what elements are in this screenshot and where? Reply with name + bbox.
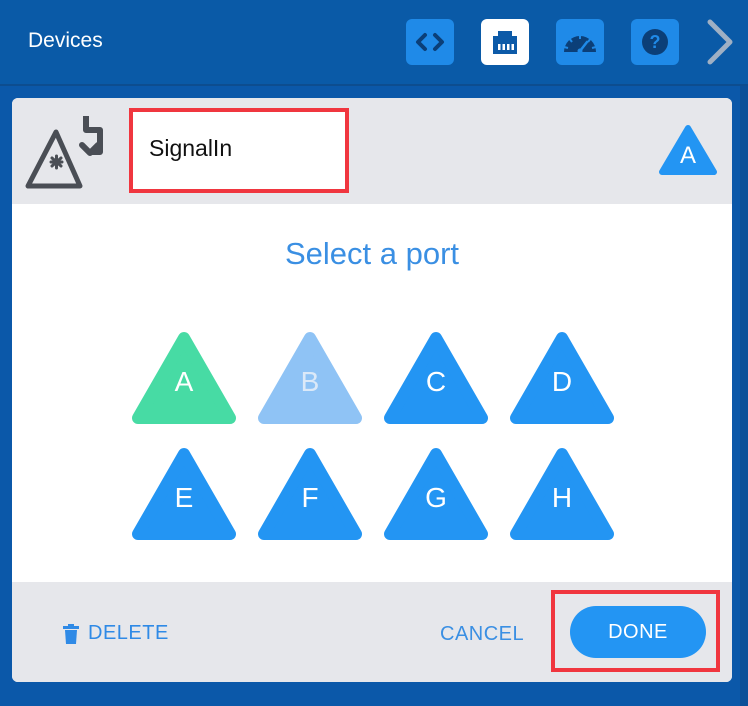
delete-label: DELETE [88, 622, 169, 644]
port-label: E [174, 482, 194, 513]
assigned-port-badge: A [657, 122, 719, 178]
top-bar: Devices ? [0, 0, 748, 86]
port-button-h[interactable]: H [508, 446, 616, 544]
dashboard-gauge-icon [563, 34, 597, 54]
help-button[interactable]: ? [631, 19, 679, 65]
code-icon [416, 33, 444, 51]
ethernet-port-icon [493, 31, 517, 54]
signal-input-icon [25, 116, 103, 189]
port-label: C [425, 366, 447, 397]
ports-button[interactable] [481, 19, 529, 65]
help-icon: ? [642, 29, 668, 55]
device-header: A [12, 98, 732, 204]
done-highlight: DONE [551, 590, 720, 672]
port-label: A [174, 366, 194, 397]
device-name-field[interactable] [149, 135, 329, 162]
port-label: D [551, 366, 573, 397]
port-button-a[interactable]: A [130, 330, 238, 428]
scroll-edge [740, 86, 748, 706]
port-button-g[interactable]: G [382, 446, 490, 544]
port-label: G [425, 482, 447, 513]
port-label: H [551, 482, 573, 513]
port-button-f[interactable]: F [256, 446, 364, 544]
dialog-footer: DELETE CANCEL DONE [12, 582, 732, 682]
chevron-right-icon[interactable] [702, 18, 738, 66]
done-button[interactable]: DONE [570, 606, 706, 658]
name-highlight [129, 108, 349, 193]
trash-icon [63, 623, 79, 644]
port-button-b: B [256, 330, 364, 428]
cancel-button[interactable]: CANCEL [440, 623, 524, 646]
port-button-e[interactable]: E [130, 446, 238, 544]
code-button[interactable] [406, 19, 454, 65]
dashboard-button[interactable] [556, 19, 604, 65]
assigned-port-label: A [679, 142, 696, 169]
devices-app: Devices ? SignalIn A Select a port A B C… [0, 0, 748, 706]
svg-text:?: ? [650, 32, 661, 52]
delete-button[interactable]: DELETE [62, 622, 169, 645]
device-config-panel: A Select a port A B C D E F [12, 98, 732, 682]
port-label: F [301, 482, 319, 513]
page-title: Devices [28, 29, 103, 52]
port-button-c[interactable]: C [382, 330, 490, 428]
port-label: B [300, 366, 320, 397]
select-port-prompt: Select a port [284, 236, 460, 271]
port-button-d[interactable]: D [508, 330, 616, 428]
